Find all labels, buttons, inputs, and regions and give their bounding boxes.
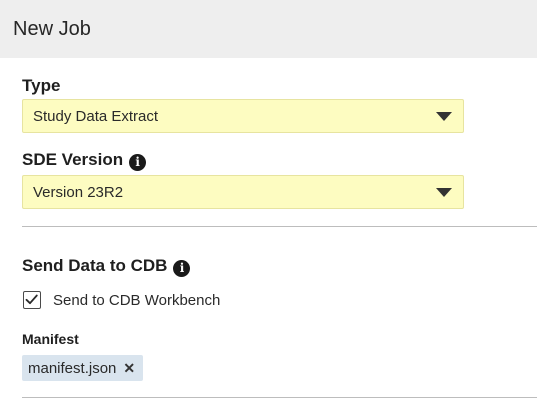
info-icon[interactable]: i	[129, 154, 147, 171]
chevron-down-icon	[436, 112, 452, 121]
info-icon[interactable]: i	[173, 260, 191, 277]
send-to-cdb-checkbox-label[interactable]: Send to CDB Workbench	[53, 292, 220, 309]
manifest-file-chip: manifest.json ✕	[22, 355, 144, 381]
sde-version-select-value: Version 23R2	[33, 184, 124, 201]
sde-version-label-text: SDE Version	[22, 150, 124, 169]
send-to-cdb-checkbox[interactable]	[23, 291, 41, 309]
sde-version-label: SDE Version i	[22, 150, 147, 171]
chevron-down-icon	[436, 188, 452, 197]
checkmark-icon	[25, 294, 38, 305]
send-data-section-title: Send Data to CDB i	[22, 256, 191, 277]
sde-version-select[interactable]: Version 23R2	[22, 175, 464, 209]
dialog-header: New Job	[0, 0, 537, 58]
type-select-value: Study Data Extract	[33, 108, 159, 125]
manifest-label: Manifest	[22, 331, 79, 347]
remove-icon[interactable]: ✕	[123, 360, 135, 377]
type-select[interactable]: Study Data Extract	[22, 99, 464, 133]
manifest-file-name: manifest.json	[28, 359, 117, 377]
section-divider	[22, 226, 537, 227]
send-data-title-text: Send Data to CDB	[22, 256, 168, 275]
type-label: Type	[22, 76, 61, 95]
dialog-title: New Job	[13, 18, 91, 40]
